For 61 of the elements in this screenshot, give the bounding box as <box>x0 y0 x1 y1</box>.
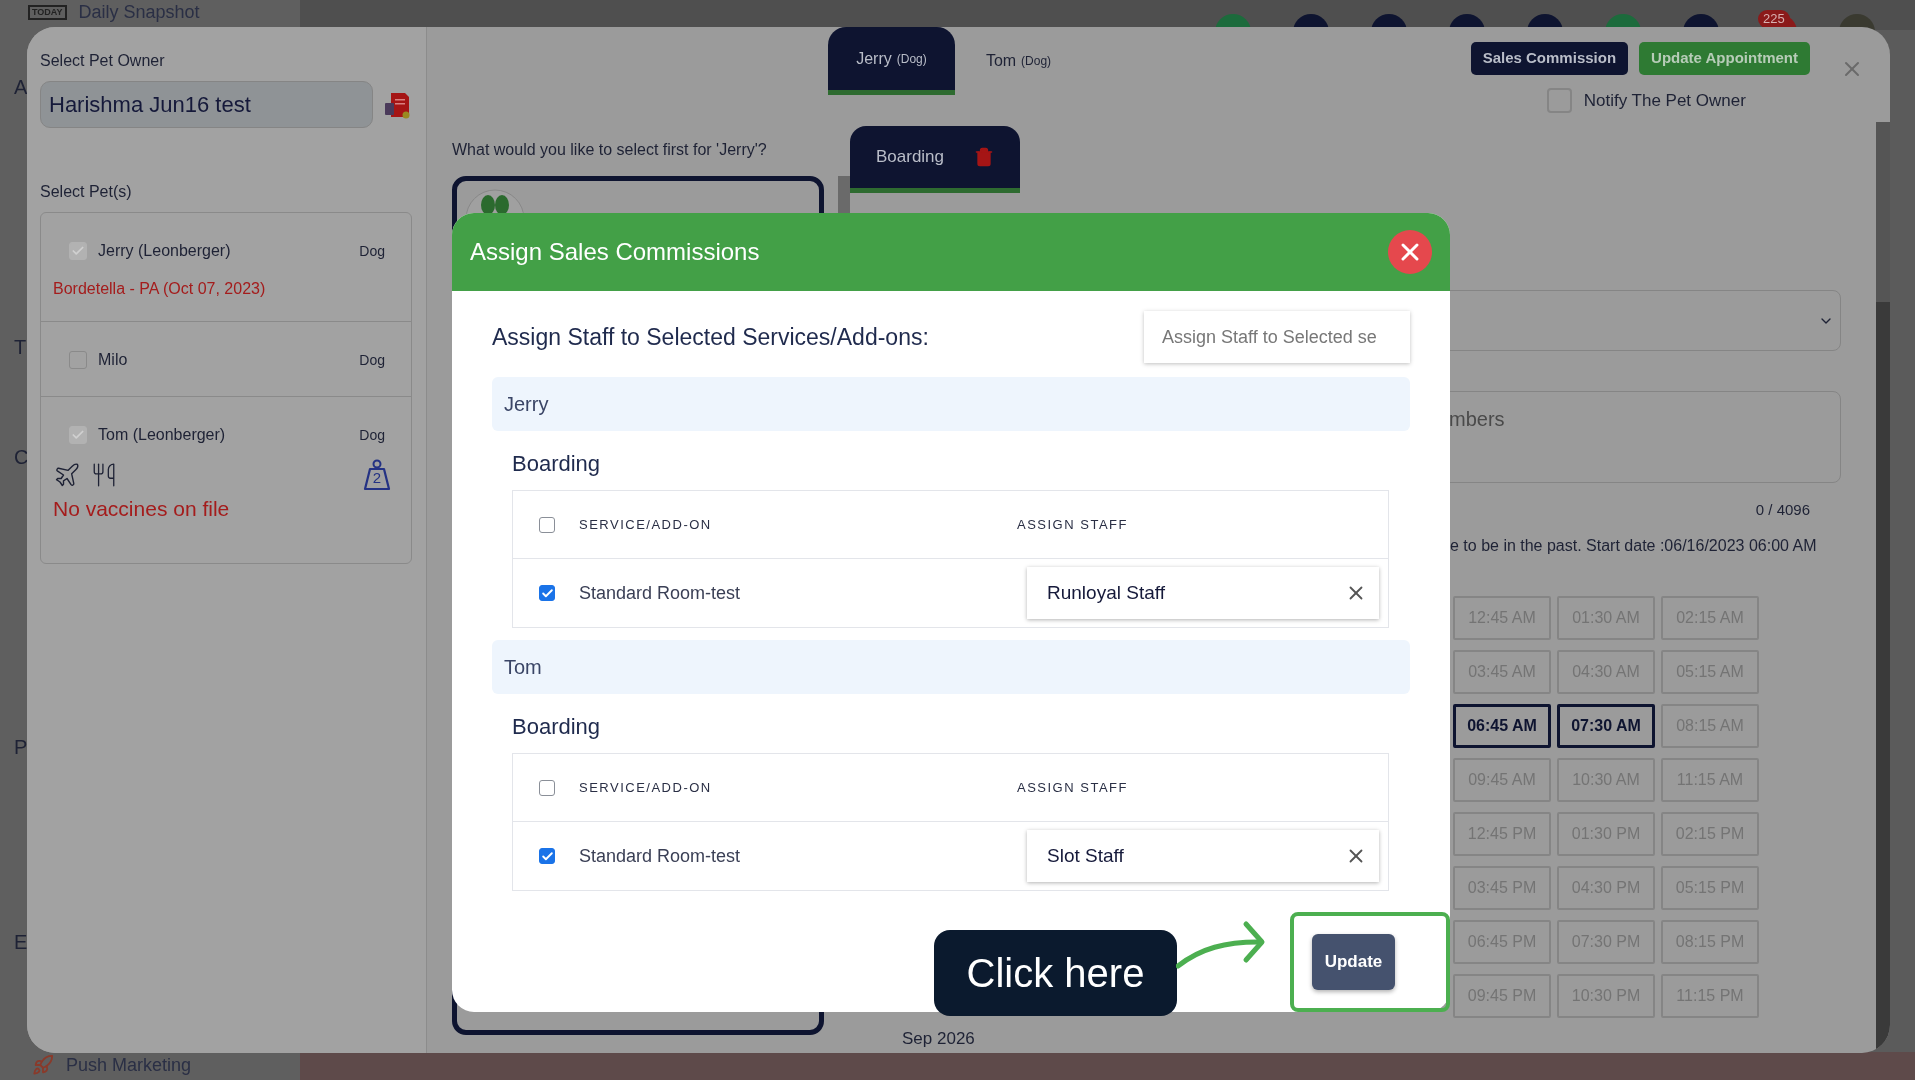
plane-icon <box>53 461 81 489</box>
notification-count: 225 <box>1758 10 1790 28</box>
vaccine-note: Bordetella - PA (Oct 07, 2023) <box>53 279 267 299</box>
check-icon <box>71 428 85 442</box>
pet-name[interactable]: Tom (Leonberger) <box>98 423 226 447</box>
pet-name[interactable]: Milo <box>98 348 128 372</box>
utensils-icon <box>91 462 117 488</box>
check-icon <box>540 849 554 863</box>
checkbox[interactable] <box>69 426 87 444</box>
field-label: Select Pet Owner <box>40 51 166 71</box>
pet-species: Dog <box>359 241 385 261</box>
trash-icon[interactable] <box>974 147 995 167</box>
modal-heading: Assign Staff to Selected Services/Add-ons: <box>492 322 929 352</box>
pet-tab[interactable]: Tom (Dog) <box>955 27 1082 95</box>
checkbox[interactable] <box>539 585 555 601</box>
staff-field[interactable]: Runloyal Staff <box>1027 567 1379 619</box>
warning-text: e to be in the past. Start date :06/16/2023 06:00 AM <box>1450 535 1818 556</box>
modal-title: Assign Sales Commissions <box>470 237 760 267</box>
service-heading: Boarding <box>512 713 602 741</box>
calendar-month[interactable]: Sep 2026 <box>902 1025 975 1051</box>
pet-tab[interactable]: Jerry (Dog) <box>828 27 955 95</box>
field-label: Select Pet(s) <box>40 182 133 202</box>
service-heading: Boarding <box>512 450 602 478</box>
check-icon <box>71 244 85 258</box>
pet-section-name: Jerry <box>504 392 549 417</box>
callout-text: Click here <box>966 950 1145 997</box>
time-slot[interactable]: 07:30 AM <box>1557 703 1655 748</box>
checkbox[interactable] <box>539 848 555 864</box>
pet-species: Dog <box>359 350 385 370</box>
column-header: ASSIGN STAFF <box>1017 778 1128 797</box>
staff-search-field[interactable]: Assign Staff to Selected se <box>1144 311 1410 363</box>
service-name: Standard Room-test <box>579 844 742 868</box>
prompt-text: What would you like to select first for 'Jerry'? <box>452 140 768 160</box>
service-name: Standard Room-test <box>579 581 742 605</box>
staff-field[interactable]: Slot Staff <box>1027 830 1379 882</box>
service-tab[interactable]: Boarding <box>850 126 1020 193</box>
owner-field[interactable]: Harishma Jun16 test <box>40 81 373 128</box>
weight-icon <box>363 459 391 491</box>
column-header: SERVICE/ADD-ON <box>579 778 713 797</box>
invoice-icon[interactable] <box>383 90 411 119</box>
checkbox[interactable] <box>69 242 87 260</box>
pet-section-name: Tom <box>504 655 542 680</box>
checkbox[interactable] <box>539 779 555 796</box>
update-button[interactable]: Update <box>1312 934 1395 990</box>
vaccine-note: No vaccines on file <box>53 496 231 522</box>
pet-name[interactable]: Jerry (Leonberger) <box>98 239 231 263</box>
column-header: SERVICE/ADD-ON <box>579 515 713 534</box>
checkbox[interactable] <box>69 351 87 369</box>
header-button[interactable]: Sales Commission <box>1470 42 1629 75</box>
pet-species: Dog <box>359 425 385 445</box>
column-header: ASSIGN STAFF <box>1017 515 1128 534</box>
close-button[interactable] <box>1388 230 1432 274</box>
check-icon <box>540 586 554 600</box>
checkbox[interactable] <box>539 516 555 533</box>
weight-count: 2 <box>372 470 382 485</box>
time-slot[interactable]: 06:45 AM <box>1453 703 1551 748</box>
checkbox-label: Notify The Pet Owner <box>1583 90 1746 112</box>
calendar-badge: TODAY <box>28 4 67 20</box>
rocket-icon <box>32 1054 54 1076</box>
header-button[interactable]: Update Appointment <box>1639 42 1810 75</box>
character-count: 0 / 4096 <box>1755 500 1810 520</box>
